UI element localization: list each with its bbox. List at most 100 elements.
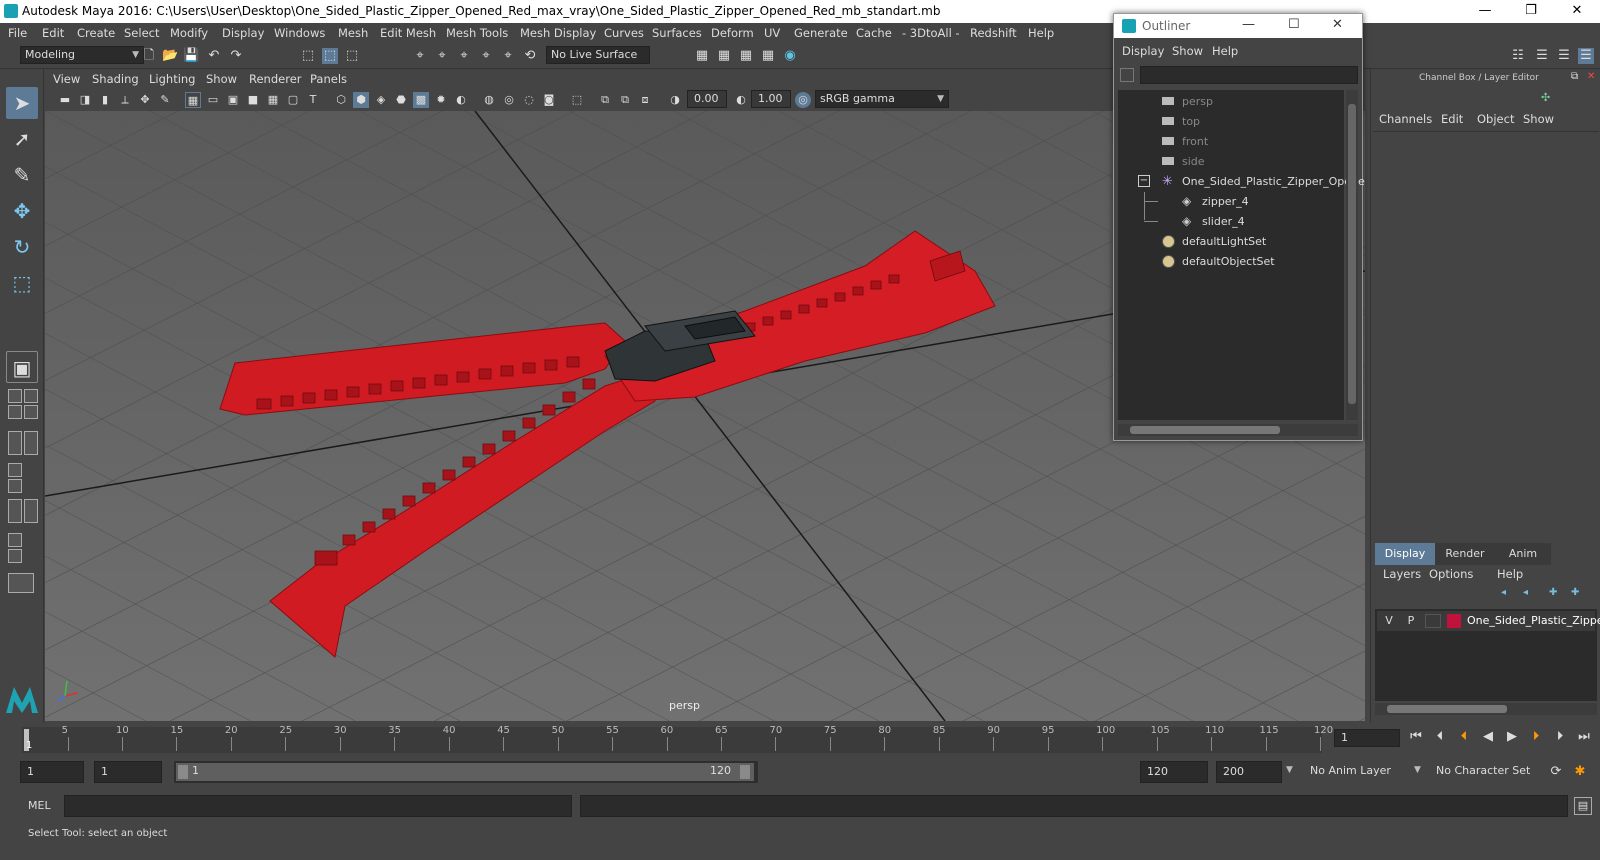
outliner-item-group[interactable]: − ✳ One_Sided_Plastic_Zipper_Opene bbox=[1118, 172, 1365, 191]
current-frame-field[interactable]: 1 bbox=[1334, 729, 1400, 747]
panel-close-icon[interactable]: ✕ bbox=[1587, 71, 1595, 82]
panel-float-icon[interactable]: ⧉ bbox=[1571, 71, 1578, 82]
outliner-item-slider[interactable]: ◈ slider_4 bbox=[1118, 212, 1344, 231]
outliner-item-persp[interactable]: persp bbox=[1118, 92, 1344, 111]
step-back-frame-icon[interactable]: ⏴ bbox=[1456, 729, 1472, 745]
play-forwards-icon[interactable]: ▶ bbox=[1504, 729, 1520, 745]
range-end-handle[interactable] bbox=[740, 765, 750, 779]
menu-windows[interactable]: Windows bbox=[274, 26, 325, 40]
isolate-select-icon[interactable]: ⬚ bbox=[569, 92, 585, 108]
four-view-icon[interactable] bbox=[8, 389, 22, 403]
menu-generate[interactable]: Generate bbox=[794, 26, 848, 40]
cb-menu-object[interactable]: Object bbox=[1477, 112, 1514, 126]
scene-start-field[interactable]: 1 bbox=[20, 761, 84, 783]
scene-end-field[interactable]: 200 bbox=[1216, 761, 1282, 783]
make-live-icon[interactable]: ⟲ bbox=[522, 48, 538, 64]
restore-button[interactable]: ❐ bbox=[1508, 0, 1554, 23]
grease-pencil-icon[interactable]: ✎ bbox=[157, 92, 173, 108]
go-to-end-icon[interactable]: ⏭ bbox=[1576, 729, 1592, 745]
new-scene-icon[interactable]: 🗋 bbox=[141, 48, 157, 64]
camera-attributes-icon[interactable]: ◨ bbox=[77, 92, 93, 108]
move-tool-icon[interactable]: ✥ bbox=[6, 195, 38, 227]
layer-hscrollbar[interactable] bbox=[1375, 703, 1597, 715]
vp-menu-show[interactable]: Show bbox=[206, 72, 237, 86]
lights-icon[interactable]: ✹ bbox=[433, 92, 449, 108]
layout-menu-icon[interactable] bbox=[24, 389, 38, 403]
ambient-occlusion-icon[interactable]: ◍ bbox=[481, 92, 497, 108]
safe-title-icon[interactable]: T bbox=[305, 92, 321, 108]
time-slider[interactable]: 1 5 10 15 20 25 30 35 40 45 50 55 60 65 70 75 80 85 90 95 1… bbox=[0, 723, 1600, 759]
menu-curves[interactable]: Curves bbox=[604, 26, 644, 40]
outliner-maximize-button[interactable]: ☐ bbox=[1288, 17, 1300, 32]
command-language-label[interactable]: MEL bbox=[28, 799, 51, 812]
xray-joints-icon[interactable]: ⧉ bbox=[617, 92, 633, 108]
field-chart-icon[interactable]: ▦ bbox=[265, 92, 281, 108]
rotate-tool-icon[interactable]: ↻ bbox=[6, 231, 38, 263]
vp-menu-panels[interactable]: Panels bbox=[310, 72, 347, 86]
outliner-item-zipper[interactable]: ◈ zipper_4 bbox=[1118, 192, 1344, 220]
vp-menu-shading[interactable]: Shading bbox=[92, 72, 139, 86]
axis-icon[interactable]: ✣ bbox=[1541, 91, 1550, 104]
minimize-button[interactable]: — bbox=[1462, 0, 1508, 23]
new-layer-selected-icon[interactable]: ✚ bbox=[1571, 587, 1579, 598]
layer-playback-toggle[interactable]: P bbox=[1403, 614, 1419, 627]
new-layer-icon[interactable]: ✚ bbox=[1549, 587, 1557, 598]
menu-cache[interactable]: Cache bbox=[856, 26, 892, 40]
layer-menu-help[interactable]: Help bbox=[1497, 567, 1523, 581]
outliner-search-input[interactable] bbox=[1140, 66, 1358, 84]
chevron-down-icon[interactable]: ▼ bbox=[1414, 765, 1421, 775]
motion-blur-icon[interactable]: ◎ bbox=[501, 92, 517, 108]
camera-select-icon[interactable]: ▬ bbox=[57, 92, 73, 108]
menu-deform[interactable]: Deform bbox=[711, 26, 754, 40]
dope-sheet-menu-icon[interactable] bbox=[24, 499, 38, 523]
animation-preferences-icon[interactable]: ✱ bbox=[1572, 764, 1588, 780]
menu-create[interactable]: Create bbox=[77, 26, 115, 40]
layer-menu-options[interactable]: Options bbox=[1429, 567, 1473, 581]
menu-uv[interactable]: UV bbox=[764, 26, 780, 40]
layer-display-type-toggle[interactable] bbox=[1425, 614, 1441, 628]
outliner-menu-show[interactable]: Show bbox=[1172, 44, 1203, 58]
uv-editor-layout-icon[interactable] bbox=[8, 549, 22, 563]
2d-pan-zoom-icon[interactable]: ✥ bbox=[137, 92, 153, 108]
snap-view-icon[interactable]: ⌖ bbox=[478, 48, 494, 64]
single-view-icon[interactable]: ▣ bbox=[6, 351, 38, 383]
color-space-dropdown[interactable]: sRGB gamma ▼ bbox=[815, 90, 949, 108]
exposure-field[interactable]: 0.00 bbox=[687, 90, 727, 108]
snap-grid-icon[interactable]: ⌖ bbox=[412, 48, 428, 64]
redo-icon[interactable]: ↷ bbox=[228, 48, 244, 64]
hypershade-layout-icon[interactable] bbox=[8, 533, 22, 547]
menu-mesh[interactable]: Mesh bbox=[338, 26, 368, 40]
vp-menu-lighting[interactable]: Lighting bbox=[149, 72, 195, 86]
cb-menu-channels[interactable]: Channels bbox=[1379, 112, 1432, 126]
textures-icon[interactable]: ▩ bbox=[413, 92, 429, 108]
scale-tool-icon[interactable]: ⬚ bbox=[6, 267, 38, 299]
menu-redshift[interactable]: Redshift bbox=[970, 26, 1017, 40]
ipr-render-icon[interactable]: ▦ bbox=[738, 48, 754, 64]
outliner-minimize-button[interactable]: — bbox=[1242, 17, 1255, 32]
layer-row[interactable]: V P One_Sided_Plastic_Zippe bbox=[1377, 611, 1600, 631]
bookmark-icon[interactable]: ▮ bbox=[97, 92, 113, 108]
outliner-item-top[interactable]: top bbox=[1118, 112, 1344, 131]
menu-display[interactable]: Display bbox=[222, 26, 264, 40]
range-start-handle[interactable] bbox=[178, 765, 188, 779]
render-view-icon[interactable]: ▦ bbox=[694, 48, 710, 64]
hypershade-icon[interactable]: ◉ bbox=[782, 48, 798, 64]
four-view-alt-icon[interactable] bbox=[8, 405, 22, 419]
mode-dropdown[interactable]: Modeling ▼ bbox=[20, 46, 144, 64]
modeling-toolkit-icon[interactable]: ☷ bbox=[1510, 48, 1526, 64]
outliner-menu-display[interactable]: Display bbox=[1122, 44, 1164, 58]
layout-menu-alt-icon[interactable] bbox=[24, 405, 38, 419]
safe-action-icon[interactable]: ▢ bbox=[285, 92, 301, 108]
playback-start-field[interactable]: 1 bbox=[94, 761, 162, 783]
layer-name[interactable]: One_Sided_Plastic_Zippe bbox=[1467, 614, 1600, 627]
menu-modify[interactable]: Modify bbox=[170, 26, 208, 40]
gamma-field[interactable]: 1.00 bbox=[751, 90, 791, 108]
layout-expand-icon[interactable] bbox=[8, 573, 34, 593]
menu-help[interactable]: Help bbox=[1028, 26, 1054, 40]
attribute-editor-icon[interactable]: ☰ bbox=[1534, 48, 1550, 64]
command-input[interactable] bbox=[64, 795, 572, 817]
snap-curve-icon[interactable]: ⌖ bbox=[434, 48, 450, 64]
range-track[interactable]: 1 120 bbox=[174, 761, 758, 783]
menu-file[interactable]: File bbox=[8, 26, 27, 40]
outliner-vscrollbar[interactable] bbox=[1346, 90, 1358, 420]
